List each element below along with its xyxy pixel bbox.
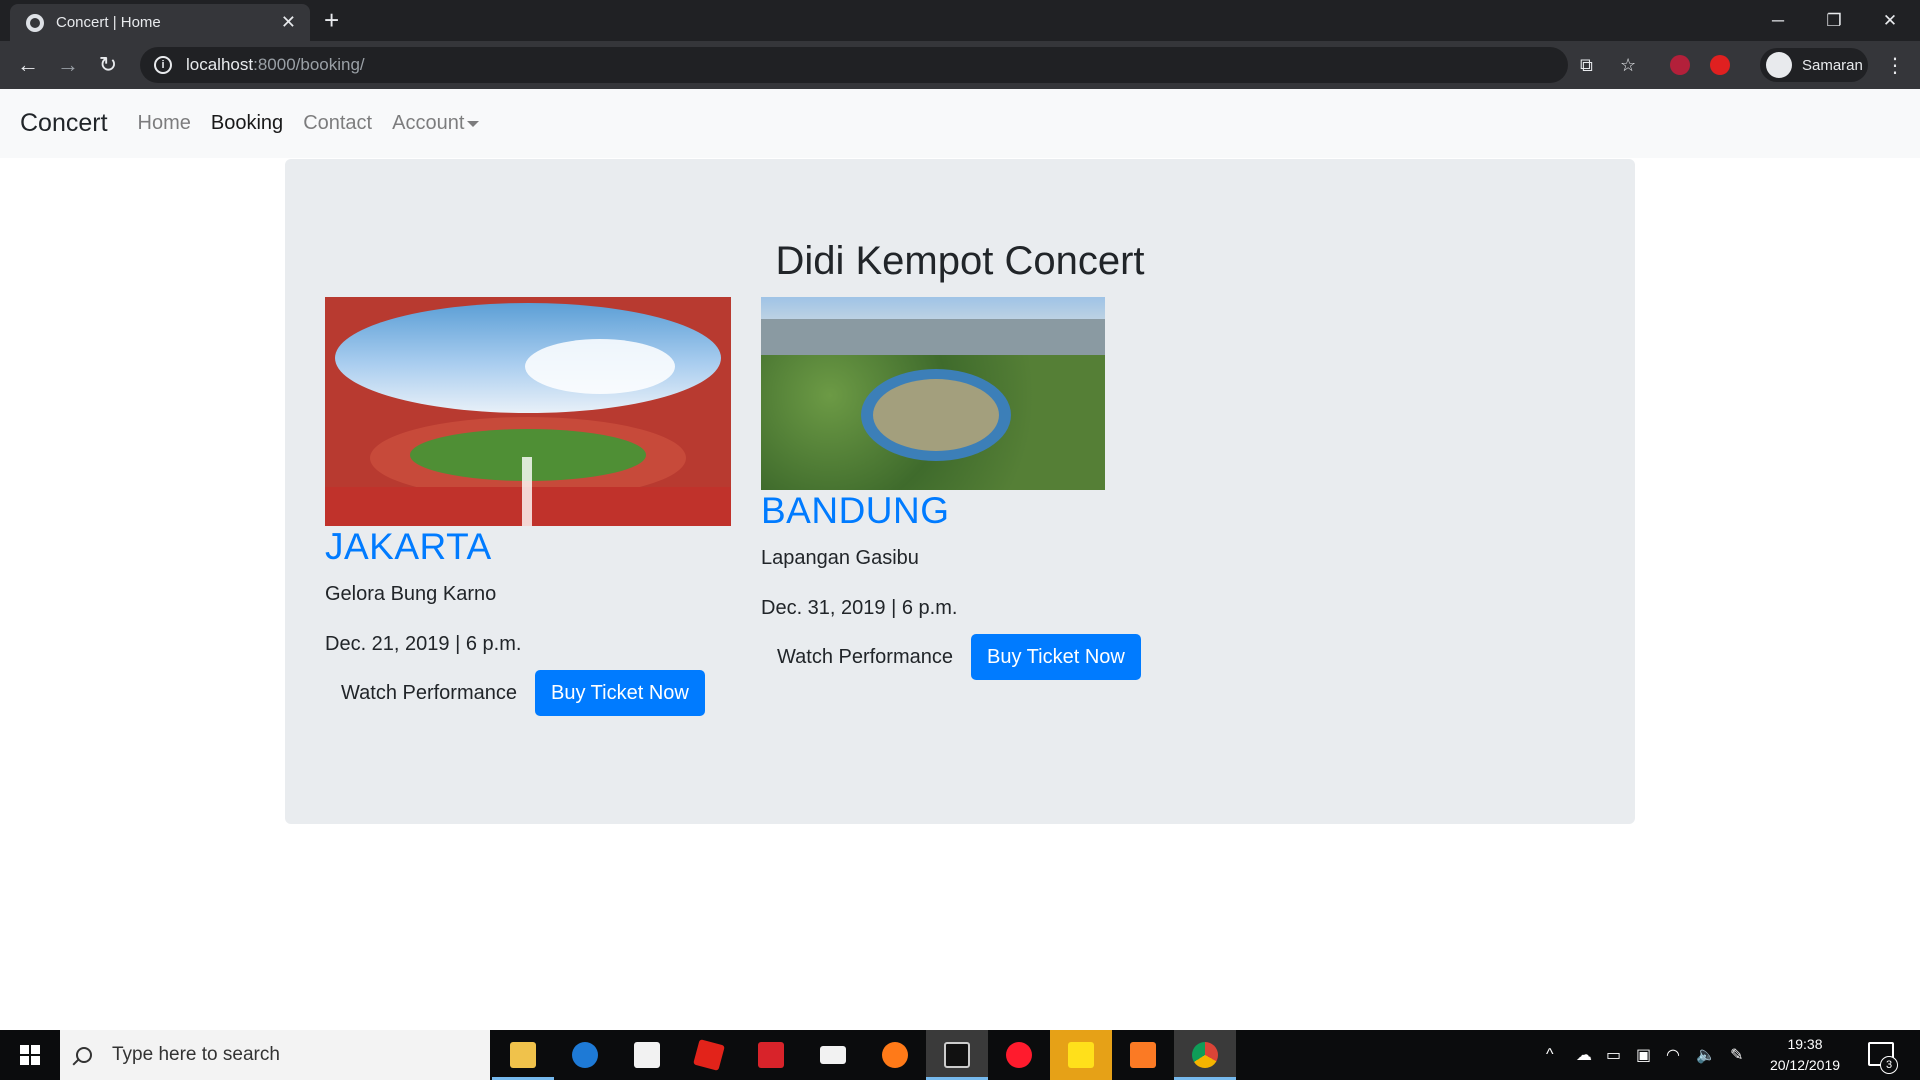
address-bar[interactable]: i localhost:8000/booking/ [140, 47, 1568, 83]
globe-icon [26, 13, 44, 32]
back-icon[interactable]: ← [14, 51, 42, 79]
bandung-field-image [761, 297, 1105, 490]
incognito-avatar-icon [1766, 52, 1792, 78]
roblox-icon[interactable] [678, 1030, 740, 1080]
watch-performance-button[interactable]: Watch Performance [761, 634, 969, 680]
clock-date: 20/12/2019 [1769, 1057, 1841, 1073]
extension-download-icon[interactable] [1670, 55, 1690, 75]
browser-tab[interactable]: Concert | Home ✕ [10, 4, 310, 41]
page-heading: Didi Kempot Concert [775, 239, 1145, 283]
windows-logo-icon [20, 1045, 40, 1065]
watch-performance-button[interactable]: Watch Performance [325, 670, 533, 716]
translate-icon[interactable]: ⧉ [1580, 55, 1593, 76]
concert-venue: Gelora Bung Karno [325, 583, 497, 605]
profile-name: Samaran [1802, 56, 1863, 74]
volume-icon[interactable]: 🔈 [1696, 1030, 1716, 1080]
caret-down-icon [467, 120, 480, 127]
tab-close-icon[interactable]: ✕ [281, 12, 296, 33]
tray-chevron-icon[interactable]: ^ [1546, 1030, 1554, 1080]
opera-icon[interactable] [988, 1030, 1050, 1080]
nav-contact[interactable]: Contact [303, 112, 372, 135]
bookmark-star-icon[interactable]: ☆ [1620, 55, 1636, 76]
url-host: localhost [186, 55, 254, 74]
firefox-icon[interactable] [864, 1030, 926, 1080]
battery-icon[interactable]: ▭ [1606, 1030, 1621, 1080]
device-icon[interactable]: ▣ [1636, 1030, 1651, 1080]
nav-account-dropdown[interactable]: Account [392, 112, 480, 135]
browser-menu-icon[interactable]: ⋮ [1885, 53, 1905, 78]
edge-icon[interactable] [554, 1030, 616, 1080]
new-tab-icon[interactable]: + [324, 6, 339, 34]
file-explorer-icon[interactable] [492, 1030, 554, 1080]
clock-time: 19:38 [1787, 1036, 1823, 1052]
tab-title: Concert | Home [56, 14, 161, 31]
concert-city: JAKARTA [325, 526, 492, 567]
nav-home[interactable]: Home [138, 112, 191, 135]
browser-tab-strip: Concert | Home ✕ + ─ ❐ ✕ [0, 0, 1920, 41]
taskbar-search[interactable]: Type here to search [60, 1030, 490, 1080]
buy-ticket-button[interactable]: Buy Ticket Now [535, 670, 705, 716]
window-close-icon[interactable]: ✕ [1862, 0, 1918, 41]
mail-icon[interactable] [802, 1030, 864, 1080]
navbar-brand[interactable]: Concert [20, 109, 108, 138]
concert-date: Dec. 31, 2019 | 6 p.m. [761, 597, 958, 619]
search-placeholder: Type here to search [112, 1044, 280, 1065]
site-info-icon[interactable]: i [154, 56, 172, 74]
forward-icon[interactable]: → [54, 51, 82, 79]
nav-booking[interactable]: Booking [211, 112, 283, 135]
concert-card-bandung: BANDUNG Lapangan Gasibu Dec. 31, 2019 | … [761, 490, 1181, 720]
concert-city: BANDUNG [761, 490, 950, 531]
restore-icon[interactable]: ❐ [1806, 0, 1862, 41]
concert-venue: Lapangan Gasibu [761, 547, 919, 569]
buy-ticket-button[interactable]: Buy Ticket Now [971, 634, 1141, 680]
site-navbar: Concert Home Booking Contact Account [0, 89, 1920, 158]
wifi-icon[interactable]: ◠ [1666, 1030, 1680, 1080]
store-icon[interactable] [616, 1030, 678, 1080]
sticky-notes-icon[interactable] [1050, 1030, 1112, 1080]
profile-button[interactable]: Samaran [1760, 48, 1868, 82]
onedrive-icon[interactable]: ☁ [1576, 1030, 1592, 1080]
notification-badge: 3 [1880, 1056, 1898, 1074]
concert-card-jakarta: JAKARTA Gelora Bung Karno Dec. 21, 2019 … [325, 526, 745, 756]
url-path: :8000/booking/ [253, 55, 365, 74]
jumbotron: Didi Kempot Concert JAKARTA Gelora Bung … [285, 159, 1635, 824]
browser-toolbar: ← → ↻ i localhost:8000/booking/ ⧉ ☆ Sama… [0, 41, 1920, 89]
minimize-icon[interactable]: ─ [1750, 0, 1806, 41]
reload-icon[interactable]: ↻ [94, 51, 122, 79]
terminal-icon[interactable] [926, 1030, 988, 1080]
taskbar: Type here to search ^ ☁ ▭ ▣ ◠ 🔈 ✎ 19:38 … [0, 1030, 1920, 1080]
extension-adblock-icon[interactable] [1710, 55, 1730, 75]
jakarta-stadium-image [325, 297, 731, 526]
gift-icon[interactable] [740, 1030, 802, 1080]
nav-account-label: Account [392, 112, 465, 134]
pen-icon[interactable]: ✎ [1730, 1030, 1743, 1080]
xampp-icon[interactable] [1112, 1030, 1174, 1080]
start-button[interactable] [0, 1030, 60, 1080]
taskbar-clock[interactable]: 19:38 20/12/2019 [1760, 1034, 1850, 1076]
concert-date: Dec. 21, 2019 | 6 p.m. [325, 633, 522, 655]
search-icon [76, 1047, 92, 1063]
chrome-icon[interactable] [1174, 1030, 1236, 1080]
